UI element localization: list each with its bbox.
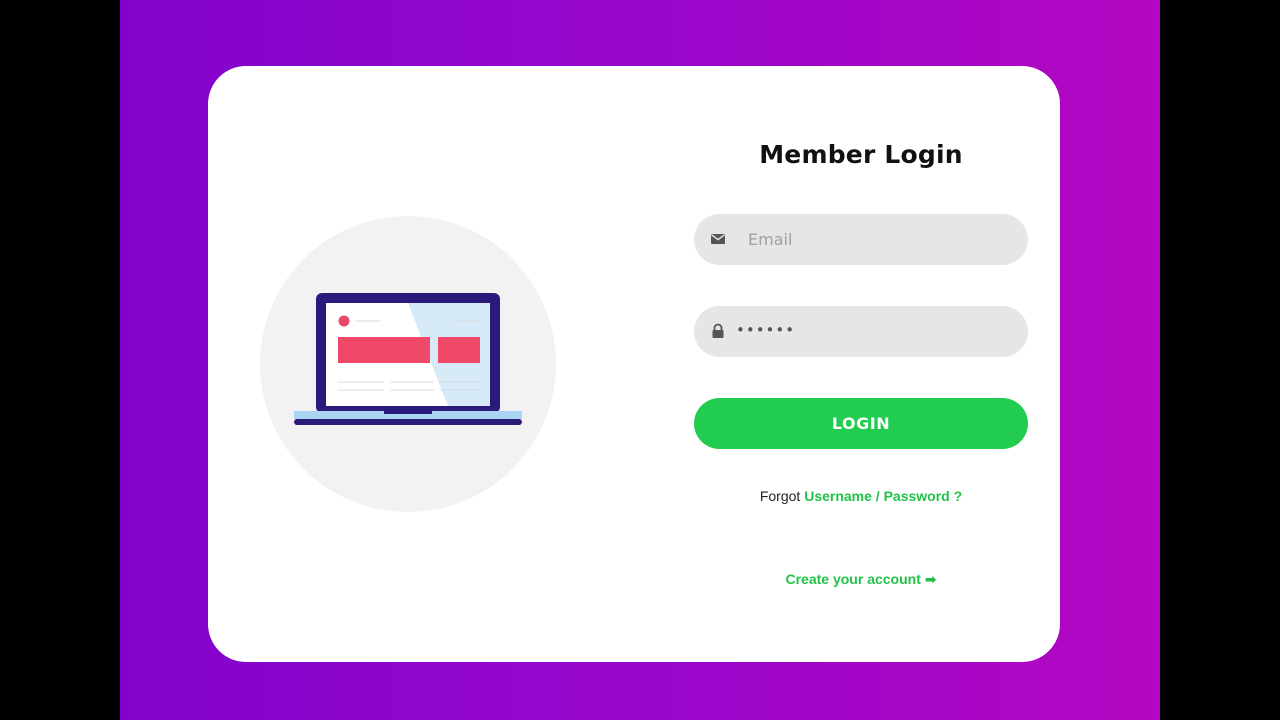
lock-icon: [712, 323, 724, 338]
password-field[interactable]: ••••••: [694, 306, 1028, 357]
email-input[interactable]: [748, 214, 1008, 265]
password-input[interactable]: ••••••: [736, 321, 795, 339]
login-card: Member Login •••••• LOGIN Forgot Usernam…: [208, 66, 1060, 662]
envelope-icon: [711, 234, 725, 244]
forgot-prefix: Forgot: [759, 488, 801, 504]
page-title: Member Login: [759, 140, 963, 169]
create-account-link[interactable]: Create your account ➡: [786, 571, 937, 587]
email-field[interactable]: [694, 214, 1028, 265]
create-account: Create your account ➡: [694, 571, 1028, 588]
forgot-link[interactable]: Username / Password ?: [804, 488, 962, 504]
forgot-credentials: Forgot Username / Password ?: [694, 488, 1028, 504]
laptop-illustration: [260, 216, 556, 512]
login-button[interactable]: LOGIN: [694, 398, 1028, 449]
gradient-background: Member Login •••••• LOGIN Forgot Usernam…: [120, 0, 1160, 720]
